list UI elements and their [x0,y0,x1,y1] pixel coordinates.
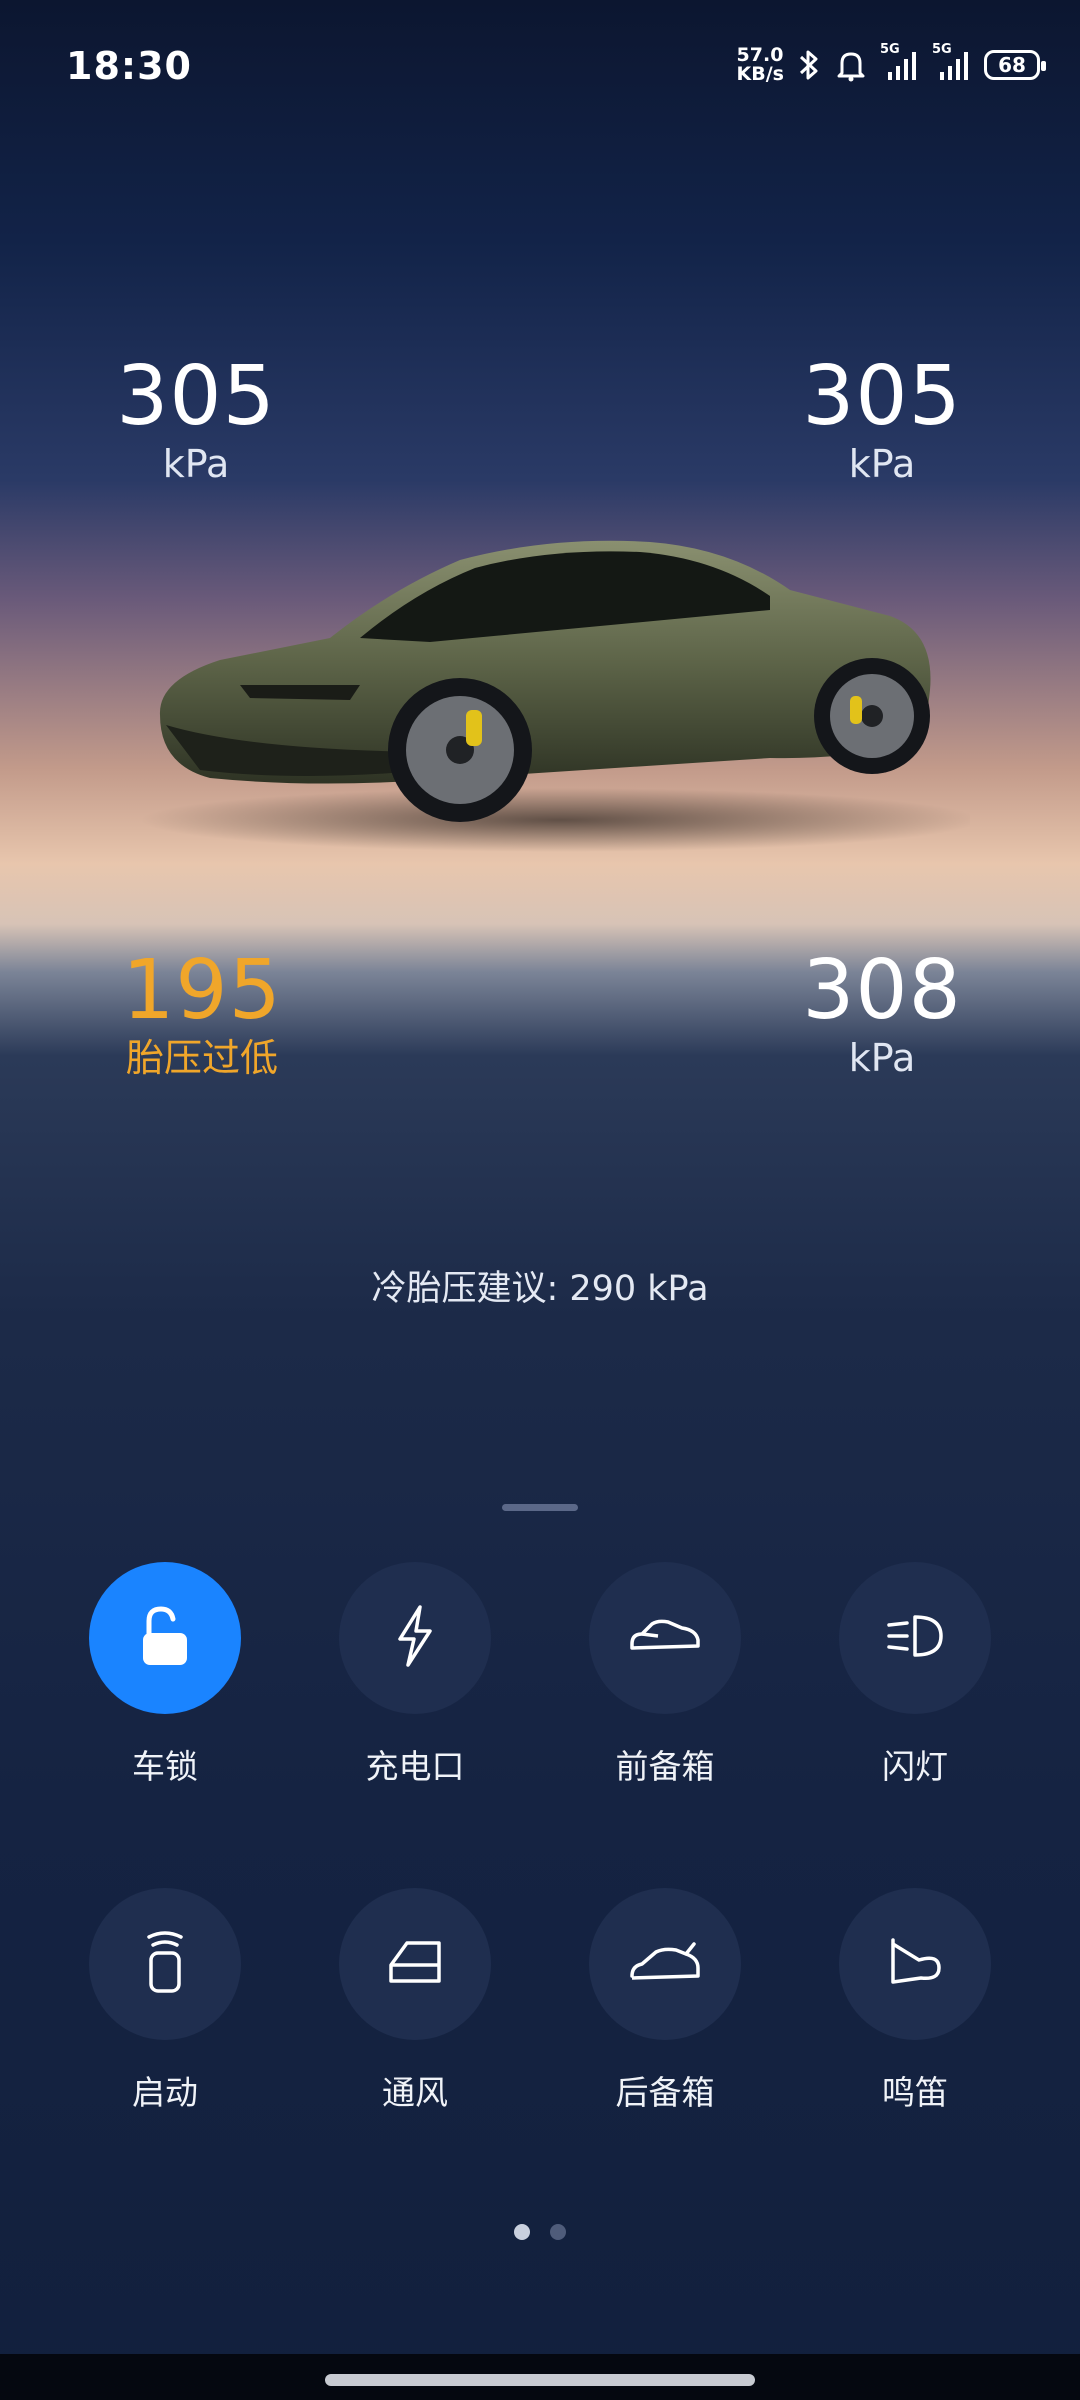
status-time: 18:30 [66,44,192,88]
network-speed: 57.0 KB/s [737,46,784,84]
tire-rear-right-unit: kPa [848,1036,916,1080]
horn-icon [885,1934,945,1994]
horn-button[interactable] [839,1888,991,2040]
horn-label: 鸣笛 [882,2073,948,2112]
lock-label: 车锁 [132,1747,198,1786]
page-dot-2[interactable] [550,2224,566,2240]
headlight-icon [883,1611,947,1665]
window-icon [385,1937,445,1991]
bluetooth-icon [796,48,822,82]
flash-lights-label: 闪灯 [882,1747,948,1786]
charge-port-button[interactable] [339,1562,491,1714]
tire-front-right-value: 305 [802,349,962,444]
rear-trunk-button[interactable] [589,1888,741,2040]
lightning-icon [390,1603,440,1673]
tire-rear-right: 308 kPa [752,943,1012,1081]
lock-button[interactable] [89,1562,241,1714]
car-image [140,540,970,852]
control-charge-port[interactable]: 充电口 [305,1562,525,1788]
signal-2-label: 5G [932,42,952,57]
rear-trunk-label: 后备箱 [615,2073,715,2112]
flash-lights-button[interactable] [839,1562,991,1714]
start-button[interactable] [89,1888,241,2040]
tire-rear-left-value: 195 [122,943,282,1038]
navigation-bar [0,2354,1080,2400]
battery-level: 68 [998,53,1026,77]
control-ventilation[interactable]: 通风 [305,1888,525,2114]
tire-rear-left-warning: 胎压过低 [125,1036,278,1080]
bell-icon [834,48,868,82]
front-trunk-icon [628,1614,702,1662]
tire-rear-left: 195 胎压过低 [72,943,332,1081]
control-flash-lights[interactable]: 闪灯 [805,1562,1025,1788]
front-trunk-label: 前备箱 [615,1747,715,1786]
page-indicator [0,2224,1080,2240]
page-dot-1[interactable] [514,2224,530,2240]
rear-trunk-icon [628,1938,702,1990]
cold-tire-pressure-advice: 冷胎压建议: 290 kPa [371,1269,709,1309]
control-lock[interactable]: 车锁 [55,1562,275,1788]
network-speed-unit: KB/s [736,63,784,85]
tire-rear-right-value: 308 [802,943,962,1038]
signal-1-label: 5G [880,42,900,57]
ventilation-button[interactable] [339,1888,491,2040]
signal-5g-icon: 5G [880,42,920,82]
charge-port-label: 充电口 [365,1747,465,1786]
start-icon [143,1927,187,2001]
status-bar: 18:30 57.0 KB/s 5G 5G 68 [0,0,1080,140]
tire-front-left-value: 305 [116,349,276,444]
unlock-icon [135,1601,195,1675]
home-gesture-pill[interactable] [325,2374,755,2386]
status-icons: 57.0 KB/s 5G 5G 68 [737,42,1046,84]
battery-indicator: 68 [984,50,1046,80]
tire-front-left-unit: kPa [162,442,230,486]
tire-front-left: 305 kPa [66,349,326,487]
control-start[interactable]: 启动 [55,1888,275,2114]
control-horn[interactable]: 鸣笛 [805,1888,1025,2114]
signal-5g-secondary-icon: 5G [932,42,972,82]
control-rear-trunk[interactable]: 后备箱 [555,1888,775,2114]
tire-front-right-unit: kPa [848,442,916,486]
start-label: 启动 [132,2073,198,2112]
front-trunk-button[interactable] [589,1562,741,1714]
control-front-trunk[interactable]: 前备箱 [555,1562,775,1788]
ventilation-label: 通风 [382,2073,448,2112]
tire-front-right: 305 kPa [752,349,1012,487]
panel-drag-handle[interactable] [502,1504,578,1511]
